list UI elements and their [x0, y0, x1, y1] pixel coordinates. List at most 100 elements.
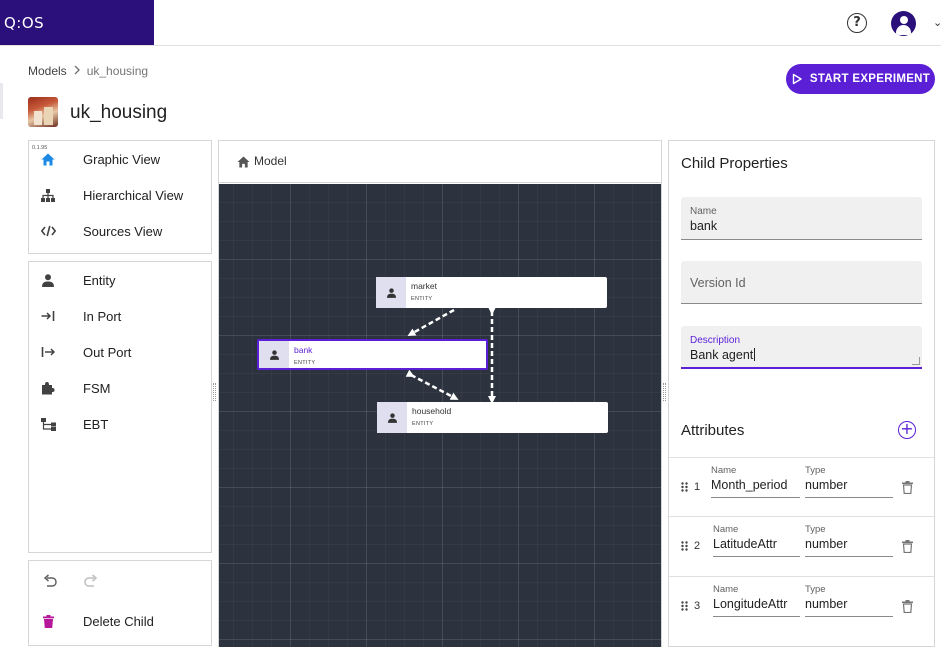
attribute-name-label: Name: [711, 465, 737, 476]
drag-handle-icon[interactable]: [681, 482, 688, 492]
trash-icon: [40, 613, 56, 629]
home-icon[interactable]: [237, 155, 250, 173]
drag-handle-icon[interactable]: [681, 541, 688, 551]
actions-panel: Delete Child: [28, 560, 212, 646]
add-attribute-icon[interactable]: +: [898, 421, 916, 439]
edge-market-bank: [407, 308, 455, 336]
canvas-model-link[interactable]: Model: [254, 154, 287, 168]
text-caret: [754, 348, 756, 361]
sitemap-icon: [40, 187, 56, 203]
tool-entity[interactable]: Entity: [29, 265, 211, 295]
version-id-placeholder: Version Id: [690, 276, 746, 290]
model-thumbnail: [28, 97, 58, 127]
chevron-right-icon: [73, 64, 81, 78]
tool-fsm[interactable]: FSM: [29, 373, 211, 403]
breadcrumb-current: uk_housing: [86, 64, 149, 78]
name-field-label: Name: [690, 206, 717, 217]
node-bank[interactable]: bank ENTITY: [257, 339, 488, 370]
code-icon: [40, 223, 56, 239]
attribute-index: 3: [694, 600, 701, 612]
tool-ebt-label: EBT: [83, 416, 109, 432]
home-icon: [40, 151, 56, 167]
view-graphic[interactable]: Graphic View: [29, 144, 211, 174]
attribute-index: 1: [694, 481, 701, 493]
start-experiment-label: START EXPERIMENT: [809, 73, 931, 85]
graph-canvas-panel: Model market ENTITY bank ENTITY househol…: [218, 140, 662, 647]
node-household[interactable]: household ENTITY: [377, 402, 608, 433]
edge-bank-household: [405, 369, 459, 400]
node-title: bank: [294, 345, 313, 355]
chevron-down-icon[interactable]: ⌄: [933, 16, 941, 29]
node-type: ENTITY: [294, 360, 316, 366]
attribute-type-input[interactable]: number: [805, 597, 893, 617]
tool-in-port[interactable]: In Port: [29, 301, 211, 331]
attribute-name-input[interactable]: LatitudeAttr: [713, 537, 800, 557]
description-field-value-wrap: Bank agent: [690, 348, 756, 362]
start-experiment-button[interactable]: START EXPERIMENT: [786, 64, 935, 94]
tool-in-port-label: In Port: [83, 308, 122, 324]
description-field[interactable]: Description Bank agent: [681, 326, 922, 369]
attribute-type-label: Type: [805, 465, 826, 476]
views-panel: 0.1.95 Graphic View Hierarchical View So…: [28, 140, 212, 254]
view-sources-label: Sources View: [83, 223, 163, 239]
view-sources[interactable]: Sources View: [29, 216, 211, 246]
version-id-field[interactable]: Version Id: [681, 261, 922, 304]
graph-canvas[interactable]: market ENTITY bank ENTITY household ENTI…: [219, 184, 661, 647]
view-hierarchical[interactable]: Hierarchical View: [29, 180, 211, 210]
sidebar-edge: [0, 83, 3, 119]
node-type: ENTITY: [411, 296, 433, 302]
drag-handle-icon[interactable]: [681, 601, 688, 611]
attribute-name-input[interactable]: Month_period: [711, 478, 800, 498]
logo-text: Q:OS: [4, 14, 45, 32]
undo-icon[interactable]: [43, 574, 57, 592]
view-hierarchical-label: Hierarchical View: [83, 187, 184, 203]
breadcrumb: Models uk_housing: [28, 64, 148, 78]
top-bar: Q:OS ? ⌄: [0, 0, 941, 46]
name-field-value: bank: [690, 219, 718, 233]
attribute-type-input[interactable]: number: [805, 537, 893, 557]
page-title: uk_housing: [70, 102, 168, 123]
delete-child-button[interactable]: Delete Child: [29, 606, 211, 636]
description-field-label: Description: [690, 335, 741, 346]
delete-attribute-icon[interactable]: [902, 540, 913, 558]
logo[interactable]: Q:OS: [0, 0, 154, 45]
tools-panel: Entity In Port Out Port FSM EBT: [28, 261, 212, 553]
user-avatar-icon[interactable]: [891, 11, 916, 36]
resize-grip-icon[interactable]: [912, 357, 920, 365]
attribute-index: 2: [694, 540, 701, 552]
tool-entity-label: Entity: [83, 272, 116, 288]
attribute-name-label: Name: [713, 524, 739, 535]
node-title: market: [411, 281, 437, 291]
breadcrumb-models-link[interactable]: Models: [28, 64, 67, 78]
child-properties-panel: Child Properties Name bank Version Id De…: [668, 140, 935, 647]
canvas-breadcrumb: Model: [219, 141, 661, 183]
puzzle-icon: [40, 380, 56, 396]
delete-attribute-icon[interactable]: [902, 600, 913, 618]
left-splitter-handle[interactable]: [213, 383, 216, 401]
person-icon: [376, 277, 406, 308]
view-graphic-label: Graphic View: [83, 151, 161, 167]
attribute-name-input[interactable]: LongitudeAttr: [713, 597, 800, 617]
attribute-name-label: Name: [713, 584, 739, 595]
person-icon: [40, 272, 56, 288]
right-splitter-handle[interactable]: [663, 383, 666, 401]
person-icon: [259, 341, 289, 368]
tool-out-port-label: Out Port: [83, 344, 132, 360]
help-icon[interactable]: ?: [847, 13, 867, 33]
node-type: ENTITY: [412, 421, 434, 427]
attribute-type-label: Type: [805, 524, 826, 535]
attribute-row: 2 Name LatitudeAttr Type number: [669, 516, 934, 576]
node-market[interactable]: market ENTITY: [376, 277, 607, 308]
delete-child-label: Delete Child: [83, 613, 154, 629]
name-field[interactable]: Name bank: [681, 197, 922, 240]
play-icon: [792, 73, 802, 85]
node-title: household: [412, 406, 452, 416]
attribute-type-input[interactable]: number: [805, 478, 893, 498]
tool-out-port[interactable]: Out Port: [29, 337, 211, 367]
delete-attribute-icon[interactable]: [902, 481, 913, 499]
redo-icon[interactable]: [84, 574, 98, 592]
tool-ebt[interactable]: EBT: [29, 409, 211, 439]
description-field-value: Bank agent: [690, 348, 754, 362]
out-port-icon: [40, 344, 56, 360]
tree-icon: [40, 416, 56, 432]
